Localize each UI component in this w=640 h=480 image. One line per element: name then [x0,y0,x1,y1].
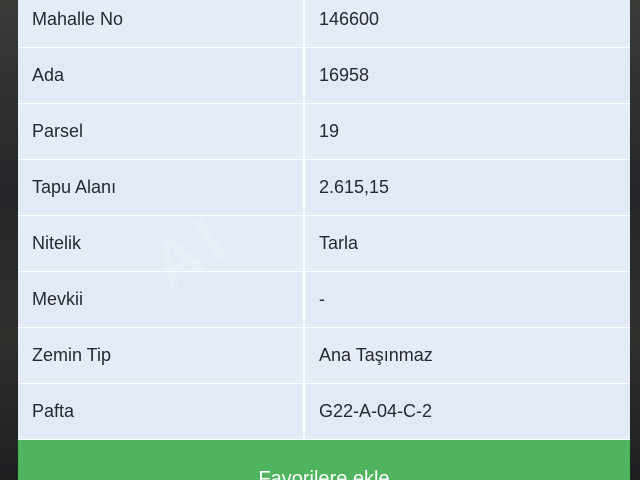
row-value: G22-A-04-C-2 [319,401,433,421]
parcel-info-panel: Mahalle No 146600 Ada 16958 Parsel 19 Ta… [18,0,630,480]
table-row: Parsel 19 [18,104,630,160]
background-right [630,0,640,480]
background-left [0,0,18,480]
row-value: 2.615,15 [319,177,390,197]
add-to-favorites-button[interactable]: Favorilere ekle [18,440,630,480]
table-row: Pafta G22-A-04-C-2 [18,384,630,440]
row-value: 16958 [319,65,370,85]
parcel-info-table: Mahalle No 146600 Ada 16958 Parsel 19 Ta… [18,0,630,440]
row-value: 19 [319,121,340,141]
row-value: - [319,289,325,309]
row-label: Pafta [18,384,305,439]
row-label: Mevkii [18,272,305,327]
row-label: Tapu Alanı [18,160,305,215]
row-label: Mahalle No [18,0,305,47]
table-row: Mahalle No 146600 [18,0,630,48]
table-row: Zemin Tip Ana Taşınmaz [18,328,630,384]
table-row: Mevkii - [18,272,630,328]
table-row: Nitelik Tarla [18,216,630,272]
table-row: Tapu Alanı 2.615,15 [18,160,630,216]
row-value: Ana Taşınmaz [319,345,433,365]
table-row: Ada 16958 [18,48,630,104]
row-label: Zemin Tip [18,328,305,383]
row-label: Ada [18,48,305,103]
row-value: Tarla [319,233,359,253]
row-label: Nitelik [18,216,305,271]
row-value: 146600 [319,9,380,29]
row-label: Parsel [18,104,305,159]
